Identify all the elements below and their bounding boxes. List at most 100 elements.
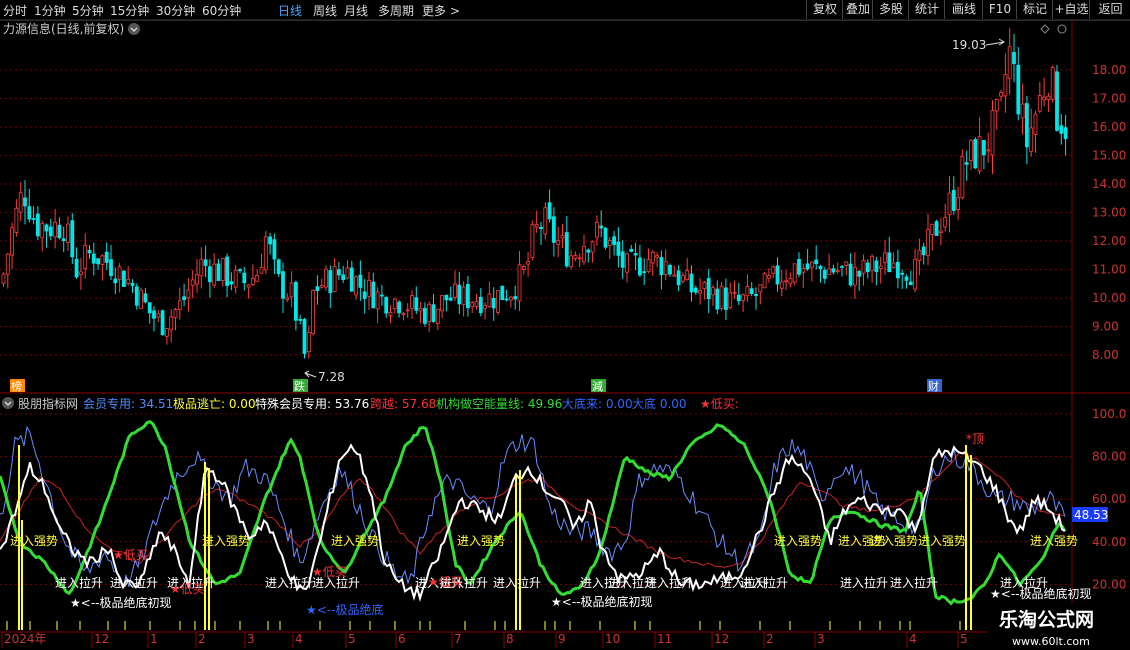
candle-body (31, 218, 36, 220)
event-badge: 減 (592, 379, 603, 393)
stock-title[interactable]: 力源信息(日线,前复权) (3, 21, 124, 36)
candle-body (560, 234, 565, 239)
candle-body (904, 276, 909, 281)
candle-body (336, 269, 341, 276)
candle-body (444, 294, 449, 301)
candle-body (818, 265, 823, 270)
strong-annotation: 进入强势 (870, 534, 918, 548)
candle-body (18, 192, 23, 213)
candle-body (272, 239, 277, 260)
candle-body (186, 289, 191, 299)
candle-body (741, 294, 745, 301)
candle-body (986, 149, 991, 152)
candle-body (14, 207, 19, 233)
candle-body (1063, 127, 1068, 140)
candle-body (625, 253, 629, 273)
candle-body (840, 265, 844, 268)
candle-body (711, 287, 715, 296)
candle-body (255, 275, 260, 282)
candle-body (891, 262, 896, 268)
candle-body (276, 259, 281, 275)
candle-body (410, 295, 414, 309)
strong-annotation: 进入强势 (1030, 534, 1078, 548)
candle-body (848, 263, 853, 286)
candle-body (225, 256, 230, 286)
candle-body (564, 232, 569, 267)
low-buy-annotation: ★低买 (312, 565, 347, 579)
candle-body (435, 308, 440, 324)
candle-body (324, 268, 328, 288)
candle-body (629, 248, 634, 252)
candle-body (805, 263, 810, 270)
x-axis-label: 11 (657, 632, 672, 646)
candle-body (552, 216, 556, 243)
candle-body (422, 308, 427, 324)
candle-body (1055, 71, 1059, 131)
candle-body (973, 139, 978, 169)
candle-body (1050, 67, 1055, 100)
candle-body (908, 281, 913, 286)
candle-body (736, 294, 741, 302)
candle-body (126, 278, 131, 284)
candle-body (53, 221, 57, 238)
strong-annotation: 进入强势 (774, 534, 822, 548)
legend-item: 机构做空能量线: 49.96 (436, 396, 562, 411)
candle-body (259, 267, 264, 274)
current-value: 48.53 (1074, 508, 1108, 522)
candle-body (354, 276, 359, 296)
candle-body (246, 284, 251, 288)
low-buy-annotation: ★低买 (113, 548, 148, 562)
legend-item: 大底来: 0.00 (562, 396, 633, 411)
candle-body (427, 303, 432, 323)
candle-body (779, 281, 784, 289)
candle-body (298, 319, 303, 321)
candle-body (1, 273, 6, 284)
candle-body (870, 255, 874, 272)
candle-body (814, 259, 819, 265)
candle-body (612, 236, 616, 245)
candle-body (595, 221, 599, 238)
candle-body (943, 216, 948, 228)
dropdown-icon[interactable] (128, 23, 140, 35)
candle-body (964, 162, 969, 165)
top-annotation: *顶 (966, 432, 984, 446)
candle-body (263, 236, 268, 271)
candle-body (57, 224, 62, 239)
bottom-first-annotation: ★<--极品绝底初现 (990, 586, 1091, 601)
strong-annotation: 进入强势 (10, 534, 58, 548)
candle-body (384, 297, 389, 314)
candle-body (788, 278, 793, 284)
candle-body (332, 266, 337, 293)
candle-body (91, 253, 96, 264)
lift-annotation: 进入拉升 (493, 575, 541, 590)
x-axis-label: 4 (295, 632, 303, 646)
strong-annotation: 进入强势 (918, 534, 966, 548)
candle-body (784, 280, 788, 283)
candle-body (371, 281, 376, 309)
low-buy-annotation: ★低买 (170, 582, 205, 596)
candle-body (547, 202, 552, 220)
candle-body (883, 252, 887, 263)
diamond-icon[interactable] (1040, 24, 1050, 34)
x-axis-label: 6 (398, 632, 406, 646)
candle-body (1033, 113, 1038, 135)
price-tick-label: 17.00 (1092, 92, 1126, 106)
circle-icon[interactable] (1057, 24, 1067, 34)
candle-body (947, 192, 952, 216)
candle-body (483, 305, 488, 310)
candle-body (122, 270, 126, 287)
candle-body (569, 255, 573, 268)
candle-body (1007, 46, 1012, 79)
strong-annotation: 进入强势 (331, 534, 379, 548)
price-tick-label: 15.00 (1092, 149, 1126, 163)
price-tick-label: 12.00 (1092, 234, 1126, 248)
candle-body (969, 140, 973, 162)
bottom-first-annotation: ★<--极品绝底初现 (551, 594, 652, 609)
candle-body (719, 285, 724, 309)
candle-body (861, 259, 866, 274)
candle-body (457, 284, 462, 305)
candle-body (874, 260, 879, 272)
indicator-menu-icon[interactable] (2, 397, 14, 409)
candle-body (10, 227, 15, 256)
candle-body (1012, 51, 1016, 65)
